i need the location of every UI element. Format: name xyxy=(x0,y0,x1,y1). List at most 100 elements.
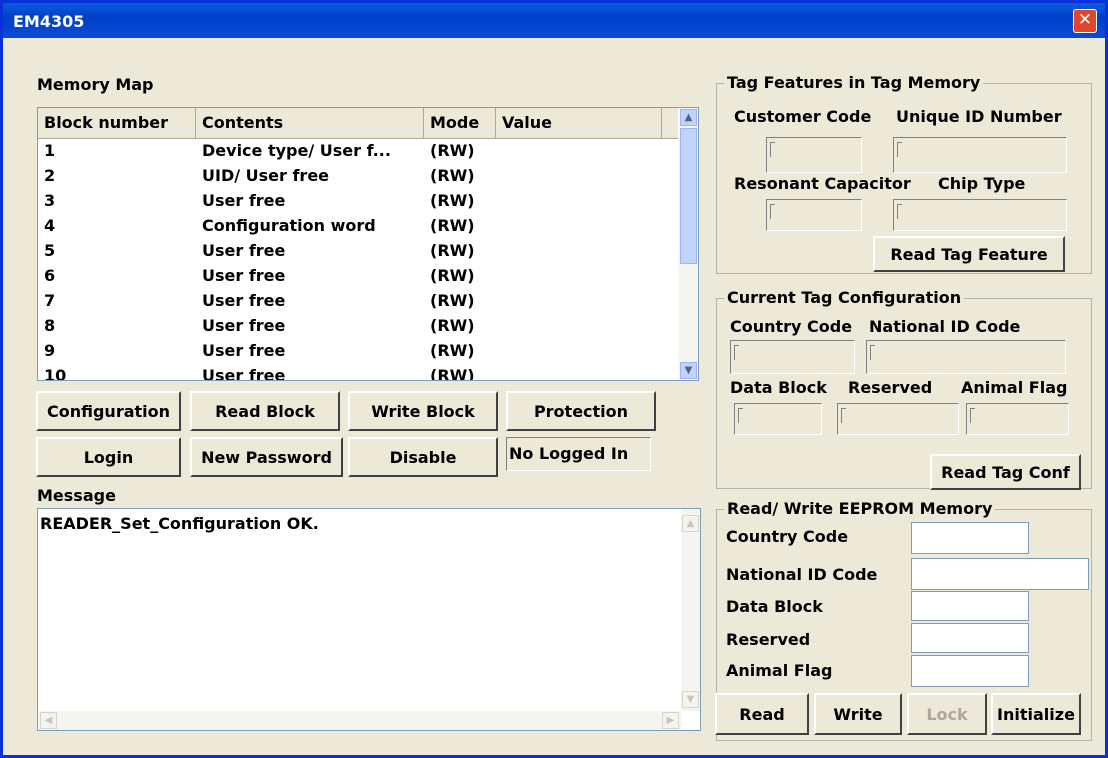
data-block-label: Data Block xyxy=(730,378,827,397)
configuration-button[interactable]: Configuration xyxy=(36,391,181,431)
protection-button[interactable]: Protection xyxy=(506,391,656,431)
resonant-capacitor-label: Resonant Capacitor xyxy=(734,174,911,193)
table-row[interactable]: 1 Device type/ User f... (RW) xyxy=(38,139,678,164)
eeprom-reserved-label: Reserved xyxy=(726,630,811,649)
country-code-label: Country Code xyxy=(730,317,853,336)
eeprom-country-code-label: Country Code xyxy=(726,527,849,546)
cell-contents: Configuration word xyxy=(202,216,376,235)
list-vertical-scrollbar[interactable]: ▲ ▼ xyxy=(679,108,698,380)
tag-features-title: Tag Features in Tag Memory xyxy=(724,73,984,92)
cell-block-number: 8 xyxy=(44,316,56,335)
memory-map-label: Memory Map xyxy=(37,75,154,94)
close-icon[interactable]: ✕ xyxy=(1073,9,1097,33)
cell-contents: User free xyxy=(202,316,286,335)
cell-mode: (RW) xyxy=(430,216,475,235)
message-box[interactable]: READER_Set_Configuration OK. ▲ ▼ ◀ ▶ xyxy=(37,508,701,731)
cell-block-number: 1 xyxy=(44,141,56,160)
read-tag-conf-button[interactable]: Read Tag Conf xyxy=(930,454,1081,490)
scroll-right-icon[interactable]: ▶ xyxy=(662,712,679,729)
cell-block-number: 5 xyxy=(44,241,56,260)
national-id-label: National ID Code xyxy=(869,317,1021,336)
cell-contents: Device type/ User f... xyxy=(202,141,391,160)
cell-contents: User free xyxy=(202,266,286,285)
cell-block-number: 6 xyxy=(44,266,56,285)
cell-block-number: 10 xyxy=(44,366,67,381)
column-header-mode[interactable]: Mode xyxy=(424,108,496,138)
animal-flag-field xyxy=(966,403,1069,435)
read-block-button[interactable]: Read Block xyxy=(190,391,340,431)
table-row[interactable]: 10 User free (RW) xyxy=(38,364,678,381)
list-header: Block number Contents Mode Value xyxy=(38,108,678,139)
message-horizontal-scrollbar[interactable]: ◀ ▶ xyxy=(38,711,681,730)
chip-type-label: Chip Type xyxy=(938,174,1026,193)
memory-map-list[interactable]: Block number Contents Mode Value 1 Device… xyxy=(37,107,699,381)
cell-contents: User free xyxy=(202,341,286,360)
table-row[interactable]: 8 User free (RW) xyxy=(38,314,678,339)
eeprom-initialize-button[interactable]: Initialize xyxy=(991,693,1081,735)
scroll-left-icon[interactable]: ◀ xyxy=(40,712,57,729)
cell-mode: (RW) xyxy=(430,166,475,185)
eeprom-lock-button[interactable]: Lock xyxy=(907,693,987,735)
table-row[interactable]: 6 User free (RW) xyxy=(38,264,678,289)
unique-id-field xyxy=(893,137,1067,173)
scroll-down-icon[interactable]: ▼ xyxy=(680,362,697,379)
title-bar: EM4305 ✕ xyxy=(3,3,1105,38)
data-block-field xyxy=(734,403,822,435)
eeprom-animal-flag-label: Animal Flag xyxy=(726,661,833,680)
cell-block-number: 9 xyxy=(44,341,56,360)
chip-type-field xyxy=(893,199,1067,231)
current-config-title: Current Tag Configuration xyxy=(724,288,965,307)
column-header-contents[interactable]: Contents xyxy=(196,108,424,138)
cell-mode: (RW) xyxy=(430,341,475,360)
write-block-button[interactable]: Write Block xyxy=(348,391,498,431)
table-row[interactable]: 9 User free (RW) xyxy=(38,339,678,364)
eeprom-write-button[interactable]: Write xyxy=(814,693,902,735)
table-row[interactable]: 3 User free (RW) xyxy=(38,189,678,214)
cell-contents: User free xyxy=(202,241,286,260)
animal-flag-label: Animal Flag xyxy=(961,378,1068,397)
window-title: EM4305 xyxy=(13,12,85,31)
table-row[interactable]: 2 UID/ User free (RW) xyxy=(38,164,678,189)
eeprom-country-code-input[interactable] xyxy=(911,522,1029,554)
table-row[interactable]: 7 User free (RW) xyxy=(38,289,678,314)
login-status: No Logged In xyxy=(506,437,651,471)
eeprom-national-id-label: National ID Code xyxy=(726,565,878,584)
country-code-field xyxy=(730,340,855,374)
scroll-down-icon[interactable]: ▼ xyxy=(682,691,699,708)
eeprom-animal-flag-input[interactable] xyxy=(911,655,1029,687)
disable-button[interactable]: Disable xyxy=(348,437,498,477)
cell-contents: User free xyxy=(202,191,286,210)
scroll-up-icon[interactable]: ▲ xyxy=(682,515,699,532)
eeprom-read-button[interactable]: Read xyxy=(715,693,809,735)
table-row[interactable]: 4 Configuration word (RW) xyxy=(38,214,678,239)
cell-mode: (RW) xyxy=(430,291,475,310)
reserved-field xyxy=(837,403,959,435)
message-vertical-scrollbar[interactable]: ▲ ▼ xyxy=(681,509,700,711)
unique-id-label: Unique ID Number xyxy=(896,107,1062,126)
message-label: Message xyxy=(37,486,116,505)
cell-contents: UID/ User free xyxy=(202,166,330,185)
cell-mode: (RW) xyxy=(430,141,475,160)
column-header-value[interactable]: Value xyxy=(496,108,662,138)
scroll-thumb[interactable] xyxy=(680,128,697,264)
login-button[interactable]: Login xyxy=(36,437,181,477)
cell-contents: User free xyxy=(202,291,286,310)
eeprom-data-block-input[interactable] xyxy=(911,591,1029,621)
scroll-up-icon[interactable]: ▲ xyxy=(680,109,697,126)
new-password-button[interactable]: New Password xyxy=(190,437,343,477)
eeprom-national-id-input[interactable] xyxy=(911,558,1089,590)
cell-block-number: 2 xyxy=(44,166,56,185)
cell-block-number: 4 xyxy=(44,216,56,235)
read-tag-feature-button[interactable]: Read Tag Feature xyxy=(873,236,1065,272)
resonant-capacitor-field xyxy=(766,199,862,231)
customer-code-field xyxy=(766,137,862,173)
cell-contents: User free xyxy=(202,366,286,381)
em4305-window: EM4305 ✕ Memory Map Block number Content… xyxy=(0,0,1108,758)
eeprom-title: Read/ Write EEPROM Memory xyxy=(724,499,996,518)
reserved-label: Reserved xyxy=(848,378,933,397)
table-row[interactable]: 5 User free (RW) xyxy=(38,239,678,264)
eeprom-reserved-input[interactable] xyxy=(911,623,1029,653)
column-header-block-number[interactable]: Block number xyxy=(38,108,196,138)
cell-mode: (RW) xyxy=(430,266,475,285)
cell-mode: (RW) xyxy=(430,191,475,210)
